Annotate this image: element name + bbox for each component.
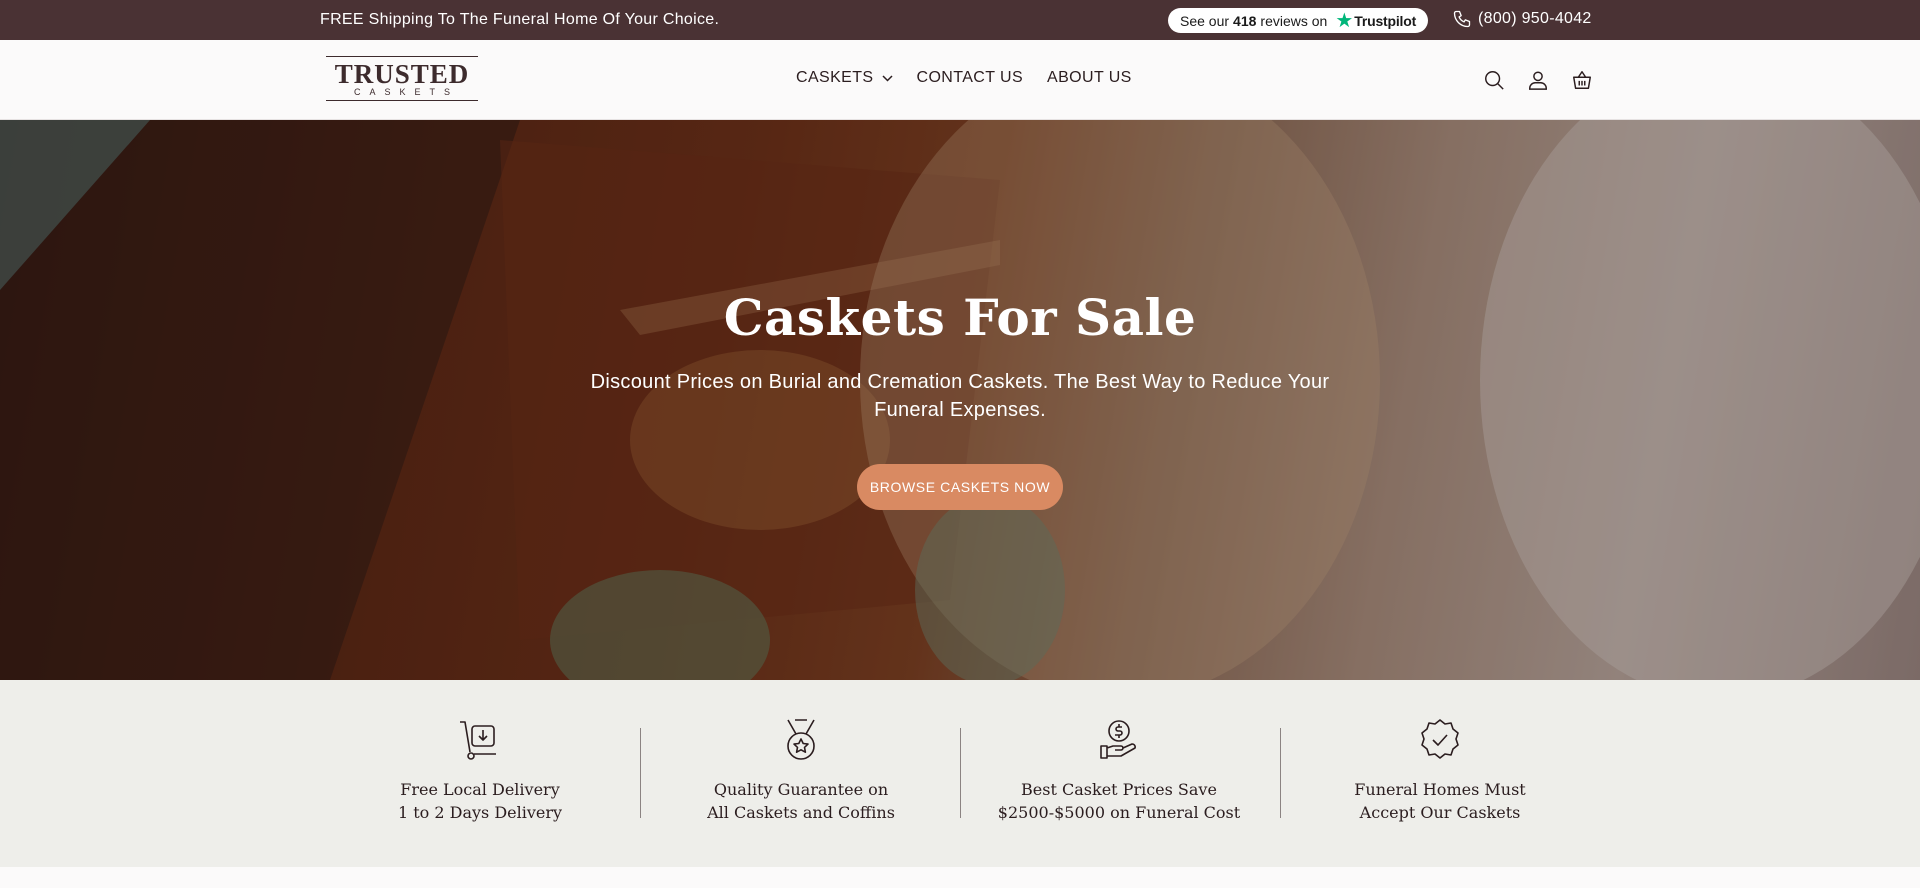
header-actions bbox=[1480, 66, 1612, 94]
review-count: 418 bbox=[1233, 12, 1257, 29]
site-header: TRUSTED CASKETS CASKETS CONTACT US ABOUT… bbox=[0, 40, 1920, 120]
feature-line2: All Caskets and Coffins bbox=[707, 803, 895, 822]
feature-line1: Best Casket Prices Save bbox=[1021, 780, 1217, 799]
feature-divider bbox=[1280, 728, 1281, 818]
price-hand-icon bbox=[1100, 720, 1136, 759]
feature-item: Free Local Delivery 1 to 2 Days Delivery bbox=[340, 718, 620, 824]
phone-number: (800) 950-4042 bbox=[1478, 10, 1592, 27]
feature-line2: Accept Our Caskets bbox=[1359, 803, 1521, 822]
logo-sub-text: CASKETS bbox=[353, 87, 459, 97]
nav-item-contact[interactable]: CONTACT US bbox=[917, 69, 1024, 87]
feature-item: Quality Guarantee on All Caskets and Cof… bbox=[661, 718, 941, 824]
feature-line1: Funeral Homes Must bbox=[1354, 780, 1526, 799]
phone-icon bbox=[1453, 10, 1471, 28]
feature-divider bbox=[640, 728, 641, 818]
trustpilot-prefix: See our bbox=[1180, 12, 1230, 29]
search-button[interactable] bbox=[1480, 66, 1508, 94]
nav-item-about[interactable]: ABOUT US bbox=[1047, 69, 1132, 87]
feature-item: Funeral Homes Must Accept Our Caskets bbox=[1300, 718, 1580, 824]
phone-link[interactable]: (800) 950-4042 bbox=[1452, 9, 1592, 29]
trustpilot-widget[interactable]: See our 418 reviews on ★ Trustpilot bbox=[1168, 8, 1428, 33]
account-icon bbox=[1529, 71, 1547, 90]
feature-line1: Free Local Delivery bbox=[400, 780, 560, 799]
hero-title: Caskets For Sale bbox=[723, 288, 1197, 347]
cart-button[interactable] bbox=[1568, 66, 1596, 94]
check-badge-icon bbox=[1421, 719, 1459, 759]
shipping-announcement: FREE Shipping To The Funeral Home Of You… bbox=[320, 11, 720, 28]
feature-item: Best Casket Prices Save $2500-$5000 on F… bbox=[979, 718, 1259, 824]
trustpilot-suffix: reviews on bbox=[1260, 12, 1328, 29]
main-nav: CASKETS CONTACT US ABOUT US bbox=[796, 69, 1156, 87]
browse-caskets-button[interactable]: BROWSE CASKETS NOW bbox=[857, 464, 1063, 510]
trustpilot-brand: Trustpilot bbox=[1354, 12, 1417, 29]
delivery-cart-icon bbox=[460, 721, 496, 760]
search-icon bbox=[1485, 71, 1504, 90]
nav-about-label: ABOUT US bbox=[1047, 69, 1132, 86]
logo-rule-top bbox=[326, 56, 478, 57]
nav-contact-label: CONTACT US bbox=[916, 69, 1024, 86]
feature-line2: $2500-$5000 on Funeral Cost bbox=[997, 803, 1241, 822]
cart-icon bbox=[1573, 71, 1591, 89]
announcement-bar: FREE Shipping To The Funeral Home Of You… bbox=[0, 0, 1920, 40]
medal-icon bbox=[787, 719, 815, 760]
logo-rule-bottom bbox=[326, 100, 478, 101]
hero-banner: Caskets For Sale Discount Prices on Buri… bbox=[0, 120, 1920, 680]
chevron-down-icon bbox=[881, 74, 893, 82]
site-logo[interactable]: TRUSTED CASKETS bbox=[326, 54, 478, 104]
feature-line2: 1 to 2 Days Delivery bbox=[397, 803, 563, 822]
feature-line1: Quality Guarantee on bbox=[713, 780, 889, 799]
account-button[interactable] bbox=[1524, 66, 1552, 94]
nav-caskets-label: CASKETS bbox=[796, 69, 874, 86]
feature-divider bbox=[960, 728, 961, 818]
hero-description: Discount Prices on Burial and Cremation … bbox=[590, 371, 1330, 421]
logo-main-text: TRUSTED bbox=[334, 59, 470, 89]
nav-item-caskets[interactable]: CASKETS bbox=[796, 69, 893, 87]
trustpilot-star-icon: ★ bbox=[1335, 9, 1354, 32]
features-strip: Free Local Delivery 1 to 2 Days Delivery… bbox=[0, 680, 1920, 867]
